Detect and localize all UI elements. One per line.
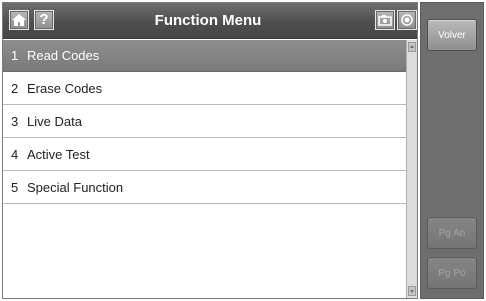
menu-scrollbar[interactable]: [406, 40, 417, 298]
side-button-bar: Volver Pg An Pg Po: [420, 2, 484, 299]
scroll-up-arrow-icon[interactable]: [408, 42, 416, 52]
menu-item-live-data[interactable]: 3 Live Data: [3, 106, 406, 138]
camera-icon: [378, 15, 392, 26]
help-button[interactable]: ?: [34, 10, 54, 30]
page-title: Function Menu: [154, 12, 262, 29]
back-button[interactable]: Volver: [427, 19, 477, 51]
title-bar: ? Function Menu: [3, 3, 417, 39]
function-menu-panel: ? Function Menu 1 Read Codes 2 Erase Cod…: [2, 2, 418, 299]
menu-item-label: Live Data: [27, 114, 82, 129]
page-down-button[interactable]: Pg Po: [427, 257, 477, 289]
screen: ? Function Menu 1 Read Codes 2 Erase Cod…: [0, 0, 486, 301]
menu-item-erase-codes[interactable]: 2 Erase Codes: [3, 73, 406, 105]
menu-item-read-codes[interactable]: 1 Read Codes: [3, 40, 406, 72]
screenshot-button[interactable]: [375, 10, 395, 30]
help-icon: ?: [39, 11, 49, 28]
menu-item-number: 1: [11, 48, 19, 63]
record-button[interactable]: [397, 10, 417, 30]
menu-item-number: 2: [11, 81, 19, 96]
menu-item-label: Special Function: [27, 180, 124, 195]
menu-item-number: 3: [11, 114, 19, 129]
record-icon: [401, 14, 413, 26]
home-button[interactable]: [9, 10, 29, 30]
menu-item-number: 4: [11, 147, 19, 162]
menu-item-active-test[interactable]: 4 Active Test: [3, 139, 406, 171]
home-icon: [12, 14, 26, 26]
menu-item-number: 5: [11, 180, 19, 195]
scroll-down-arrow-icon[interactable]: [408, 286, 416, 296]
menu-item-label: Active Test: [27, 147, 90, 162]
function-menu-list: 1 Read Codes 2 Erase Codes 3 Live Data 4 Act…: [3, 40, 406, 298]
menu-item-label: Erase Codes: [27, 81, 103, 96]
page-up-button[interactable]: Pg An: [427, 217, 477, 249]
menu-item-label: Read Codes: [27, 48, 100, 63]
menu-item-special-function[interactable]: 5 Special Function: [3, 172, 406, 204]
